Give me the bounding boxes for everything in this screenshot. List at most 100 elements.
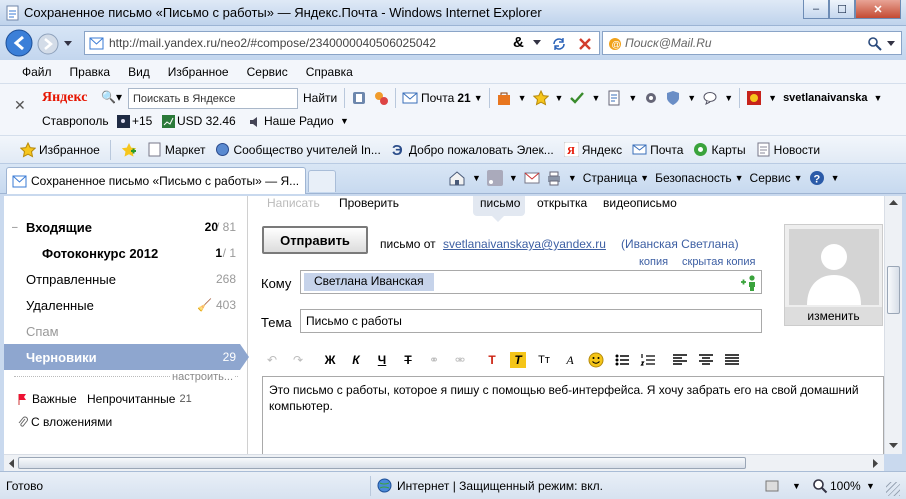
folder-sent[interactable]: Отправленные 268 — [4, 266, 248, 292]
collapse-icon[interactable]: – — [12, 222, 18, 233]
read-mail-icon[interactable] — [524, 170, 540, 186]
fav-link-maps[interactable]: Карты — [693, 142, 746, 157]
stop-icon[interactable] — [577, 36, 593, 52]
strikethrough-icon[interactable]: Т — [400, 352, 416, 368]
bcc-link[interactable]: скрытая копия — [682, 256, 756, 268]
yandex-mail-button[interactable]: Почта 21 ▼ — [402, 91, 483, 105]
settings-gear-icon[interactable] — [643, 90, 659, 106]
folder-trash[interactable]: Удаленные 🧹 403 — [4, 292, 248, 318]
horizontal-scrollbar[interactable] — [4, 454, 884, 471]
yandex-search-input[interactable]: Поискать в Яндексе — [128, 88, 298, 109]
new-tab-button[interactable] — [308, 170, 336, 192]
unlink-icon[interactable]: ⚮ — [452, 352, 468, 368]
font-family-icon[interactable]: A — [562, 352, 578, 368]
tools-menu[interactable]: Сервис ▼ — [750, 171, 803, 185]
security-icon[interactable] — [665, 90, 681, 106]
mode-postcard-tab[interactable]: открытка — [537, 196, 587, 210]
menu-tools[interactable]: Сервис — [247, 65, 288, 79]
align-center-icon[interactable] — [698, 352, 714, 368]
horizontal-scroll-thumb[interactable] — [18, 457, 746, 469]
search-dropdown-icon[interactable] — [887, 41, 895, 47]
back-button[interactable] — [4, 28, 34, 58]
compose-link[interactable]: Написать — [267, 196, 320, 210]
resize-grip[interactable] — [886, 482, 900, 496]
tab-compose[interactable]: Сохраненное письмо «Письмо с работы» — Я… — [6, 167, 306, 194]
history-dropdown-icon[interactable] — [63, 40, 73, 48]
align-justify-icon[interactable] — [724, 352, 740, 368]
message-body-editor[interactable]: Это письмо с работы, которое я пишу с по… — [262, 376, 884, 454]
folder-photocontest[interactable]: Фотоконкурс 2012 1 / 1 — [4, 240, 248, 266]
document-icon[interactable] — [606, 90, 622, 106]
add-contact-icon[interactable] — [739, 274, 759, 291]
font-size-icon[interactable]: Tт — [536, 352, 552, 368]
redo-icon[interactable]: ↷ — [290, 352, 306, 368]
address-input[interactable]: http://mail.yandex.ru/neo2/#compose/2340… — [109, 36, 436, 50]
zoom-icon[interactable] — [812, 478, 828, 494]
yandex-user-name[interactable]: svetlanaivanska — [783, 92, 867, 104]
bookmarks-icon[interactable] — [351, 90, 367, 106]
label-attachments[interactable]: С вложениями — [18, 415, 112, 429]
fav-link-yandex[interactable]: Я Яндекс — [563, 142, 622, 157]
change-avatar-link[interactable]: изменить — [785, 307, 882, 325]
undo-icon[interactable]: ↶ — [264, 352, 280, 368]
spellcheck-icon[interactable] — [569, 90, 585, 106]
fav-link-news[interactable]: Новости — [756, 142, 820, 157]
text-color-icon[interactable]: T — [484, 352, 500, 368]
recipient-chip[interactable]: Светлана Иванская — [304, 273, 434, 291]
yandex-find-button[interactable]: Найти — [303, 91, 337, 105]
bold-icon[interactable]: Ж — [322, 352, 338, 368]
translate-icon[interactable] — [373, 90, 389, 106]
print-icon[interactable] — [546, 170, 562, 186]
radio-station[interactable]: Наше Радио — [264, 114, 334, 128]
link-icon[interactable]: ⚭ — [426, 352, 442, 368]
scroll-up-icon[interactable] — [889, 199, 898, 206]
safety-menu[interactable]: Безопасность ▼ — [655, 171, 743, 185]
search-input[interactable]: Поиск@Mail.Ru — [625, 36, 712, 50]
align-left-icon[interactable] — [672, 352, 688, 368]
page-menu[interactable]: Страница ▼ — [583, 171, 649, 185]
rss-feed-icon[interactable] — [486, 170, 503, 186]
scroll-down-icon[interactable] — [889, 442, 898, 449]
send-button[interactable]: Отправить — [262, 226, 368, 254]
chat-bubble-icon[interactable] — [702, 90, 718, 106]
yandex-logo[interactable]: Яндекс — [42, 90, 87, 106]
zoom-level[interactable]: 100% — [830, 479, 861, 493]
cc-link[interactable]: копия — [639, 256, 668, 268]
label-important[interactable]: Важные — [18, 392, 77, 406]
city-weather[interactable]: Ставрополь — [42, 114, 109, 128]
smiley-icon[interactable] — [588, 352, 604, 368]
to-field[interactable]: Светлана Иванская — [300, 270, 762, 294]
configure-folders-link[interactable]: настроить... — [170, 371, 236, 383]
fav-link-teachers[interactable]: Сообщество учителей In... — [215, 142, 381, 157]
menu-edit[interactable]: Правка — [70, 65, 111, 79]
usd-rate[interactable]: USD 32.46 — [177, 114, 236, 128]
menu-help[interactable]: Справка — [306, 65, 353, 79]
search-icon[interactable] — [867, 36, 883, 52]
security-zone-text[interactable]: Интернет | Защищенный режим: вкл. — [397, 479, 603, 493]
mode-video-tab[interactable]: видеописьмо — [603, 196, 677, 210]
vertical-scrollbar[interactable] — [884, 196, 902, 454]
compat-view-icon[interactable]: & — [513, 34, 524, 51]
fav-link-market[interactable]: Маркет — [147, 142, 205, 157]
market-bag-icon[interactable] — [496, 90, 512, 106]
help-icon[interactable]: ? — [809, 170, 825, 186]
yandex-search-engine-icon[interactable]: 🔍▾ — [101, 90, 122, 104]
maximize-button[interactable]: ☐ — [829, 0, 855, 19]
folder-drafts[interactable]: Черновики 29 — [4, 344, 249, 370]
label-unread[interactable]: Непрочитанные 21 — [87, 392, 192, 406]
menu-favorites[interactable]: Избранное — [168, 65, 229, 79]
from-email-link[interactable]: svetlanaivanskaya@yandex.ru — [443, 237, 606, 251]
italic-icon[interactable]: К — [348, 352, 364, 368]
from-name[interactable]: (Иванская Светлана) — [621, 237, 739, 251]
menu-view[interactable]: Вид — [128, 65, 150, 79]
check-mail-link[interactable]: Проверить — [339, 196, 399, 210]
forward-button[interactable] — [36, 32, 60, 56]
add-favorite-icon[interactable] — [121, 142, 137, 158]
numbered-list-icon[interactable] — [640, 352, 656, 368]
refresh-icon[interactable] — [551, 36, 567, 52]
highlight-color-icon[interactable]: T — [510, 352, 526, 368]
fav-link-mail[interactable]: Почта — [632, 142, 683, 157]
scroll-left-icon[interactable] — [8, 459, 15, 468]
minimize-button[interactable]: – — [803, 0, 829, 19]
status-tool-icon[interactable] — [764, 478, 780, 494]
